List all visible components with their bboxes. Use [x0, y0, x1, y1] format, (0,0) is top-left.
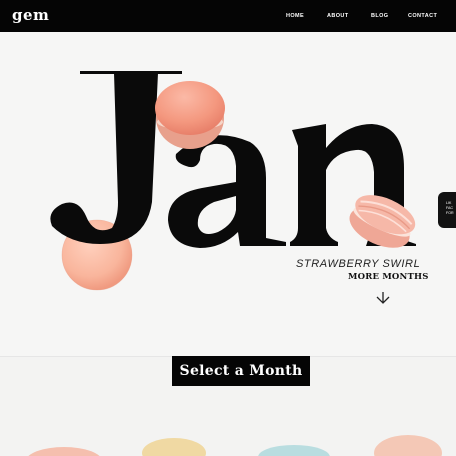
arrow-down-icon[interactable] — [375, 290, 391, 306]
select-month-button[interactable]: Select a Month — [172, 356, 310, 386]
striped-macaron — [346, 190, 418, 254]
side-tab-line: FAC — [446, 206, 453, 210]
nav-about[interactable]: ABOUT — [327, 13, 349, 19]
top-navigation-bar: gem HOME ABOUT BLOG CONTACT — [0, 0, 456, 32]
social-like-tab[interactable]: LIK FAC FOR — [438, 192, 456, 228]
side-tab-line: FOR — [446, 211, 454, 215]
nav-home[interactable]: HOME — [286, 13, 304, 19]
nav-contact[interactable]: CONTACT — [408, 13, 437, 19]
nav-blog[interactable]: BLOG — [371, 13, 389, 19]
pink-macaron — [152, 78, 228, 152]
more-months-link[interactable]: MORE MONTHS — [348, 272, 429, 282]
side-tab-line: LIK — [446, 201, 452, 205]
site-logo[interactable]: gem — [12, 6, 49, 24]
flavor-title: STRAWBERRY SWIRL — [296, 258, 421, 270]
hero-section: LIK FAC FOR STRAWBERRY SWIRL MORE MONTHS — [0, 32, 456, 356]
